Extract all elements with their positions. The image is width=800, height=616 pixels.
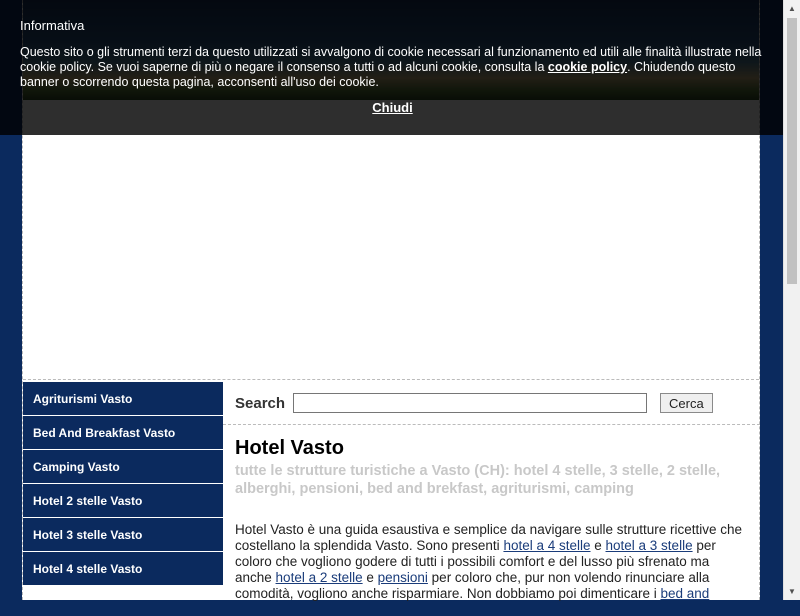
scroll-thumb[interactable] <box>787 18 797 284</box>
page-subtitle: tutte le strutture turistiche a Vasto (C… <box>235 463 721 497</box>
cookie-text: Questo sito o gli strumenti terzi da que… <box>20 45 765 90</box>
intro-text: e <box>590 538 606 553</box>
sidebar-item-hotel-4-stelle[interactable]: Hotel 4 stelle Vasto <box>23 552 223 586</box>
intro-paragraph: Hotel Vasto è una guida esaustiva e semp… <box>235 522 748 602</box>
sidebar-item-hotel-2-stelle[interactable]: Hotel 2 stelle Vasto <box>23 484 223 518</box>
link-hotel-4-stelle[interactable]: hotel a 4 stelle <box>503 538 590 553</box>
sidebar-item-camping[interactable]: Camping Vasto <box>23 450 223 484</box>
sidebar-item-label: Camping Vasto <box>33 459 120 474</box>
sidebar-item-label: Agriturismi Vasto <box>33 391 133 406</box>
link-hotel-2-stelle[interactable]: hotel a 2 stelle <box>276 570 363 585</box>
search-label: Search <box>235 394 286 412</box>
sidebar-item-label: Bed And Breakfast Vasto <box>33 425 176 440</box>
cookie-box: Informativa Questo sito o gli strumenti … <box>20 18 765 115</box>
search-bar: Search Cerca <box>223 382 760 425</box>
cookie-close-button[interactable]: Chiudi <box>20 100 765 115</box>
link-pensioni[interactable]: pensioni <box>378 570 428 585</box>
sidebar-item-label: Hotel 2 stelle Vasto <box>33 493 143 508</box>
link-hotel-3-stelle[interactable]: hotel a 3 stelle <box>606 538 693 553</box>
sidebar: Agriturismi Vasto Bed And Breakfast Vast… <box>23 382 223 586</box>
cookie-banner: Informativa Questo sito o gli strumenti … <box>0 0 800 135</box>
search-button[interactable]: Cerca <box>660 393 713 413</box>
main-content: Search Cerca Hotel Vasto tutte le strutt… <box>223 382 760 616</box>
banner-area <box>23 136 759 380</box>
sidebar-item-agriturismi[interactable]: Agriturismi Vasto <box>23 382 223 416</box>
vertical-scrollbar[interactable]: ▲ ▼ <box>783 0 800 600</box>
cookie-title: Informativa <box>20 18 85 33</box>
sidebar-item-bed-and-breakfast[interactable]: Bed And Breakfast Vasto <box>23 416 223 450</box>
sidebar-item-label: Hotel 4 stelle Vasto <box>33 561 143 576</box>
search-input[interactable] <box>293 393 648 413</box>
page-title: Hotel Vasto <box>235 437 344 459</box>
cookie-policy-link[interactable]: cookie policy <box>548 60 627 74</box>
article: Hotel Vasto tutte le strutture turistich… <box>223 425 760 602</box>
link-bed-and-breakfast[interactable]: bed and <box>660 586 709 601</box>
scroll-down-arrow-icon[interactable]: ▼ <box>784 583 800 600</box>
intro-text: e <box>362 570 378 585</box>
sidebar-item-label: Hotel 3 stelle Vasto <box>33 527 143 542</box>
sidebar-item-hotel-3-stelle[interactable]: Hotel 3 stelle Vasto <box>23 518 223 552</box>
scroll-up-arrow-icon[interactable]: ▲ <box>784 0 800 17</box>
